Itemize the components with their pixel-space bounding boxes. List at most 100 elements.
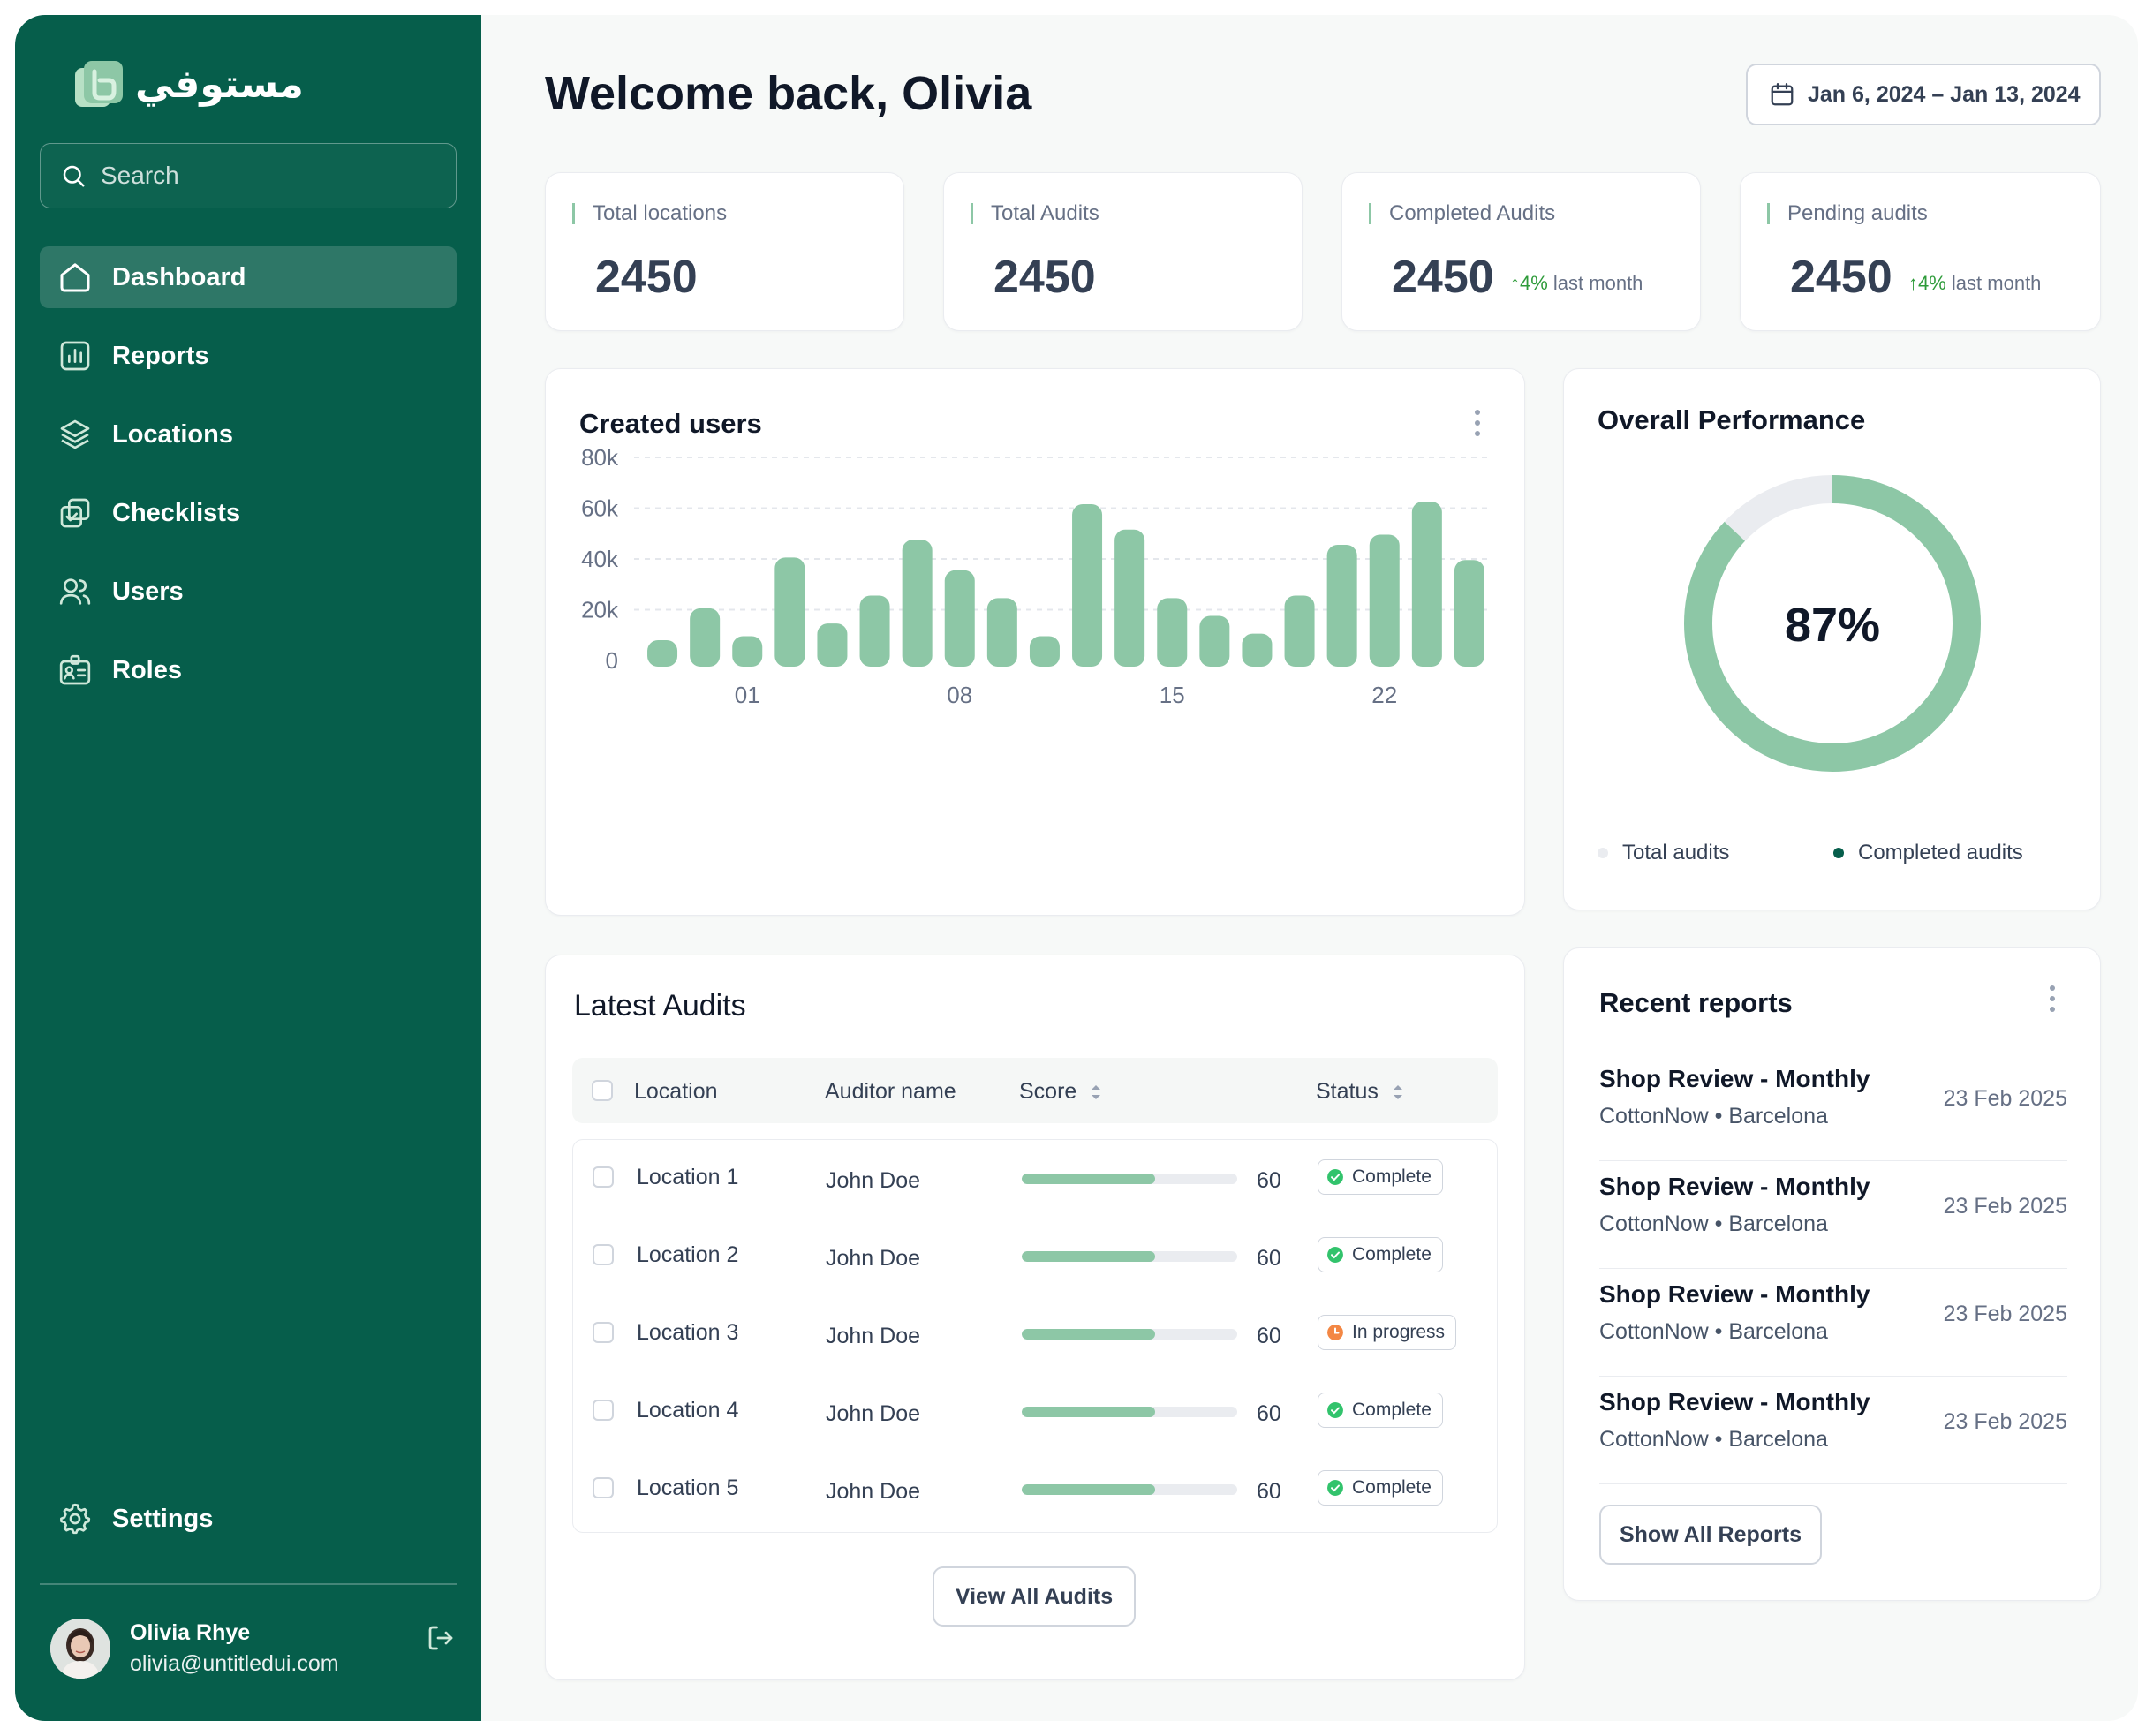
stat-value: 2450 xyxy=(1790,252,1892,303)
latest-audits-title: Latest Audits xyxy=(574,989,746,1023)
report-date: 23 Feb 2025 xyxy=(1943,1302,2067,1326)
x-tick-label: 15 xyxy=(1160,682,1185,708)
score-bar xyxy=(1022,1174,1237,1184)
status-badge: Complete xyxy=(1318,1237,1443,1272)
stat-label: Completed Audits xyxy=(1369,203,1555,224)
sort-icon xyxy=(1092,1084,1101,1099)
legend-label: Completed audits xyxy=(1858,841,2023,864)
report-city: Barcelona xyxy=(1728,1104,1828,1128)
table-row[interactable]: Location 5 John Doe 60 Complete xyxy=(573,1451,1497,1528)
logo[interactable]: مستوفي xyxy=(73,59,304,109)
bar xyxy=(1411,502,1442,667)
status-complete-icon xyxy=(1327,1480,1343,1496)
more-options-icon[interactable] xyxy=(2048,984,2057,1014)
cell-auditor: John Doe xyxy=(826,1479,921,1504)
score-bar-fill xyxy=(1022,1251,1156,1262)
home-icon xyxy=(60,263,90,292)
bar xyxy=(690,608,721,667)
score-bar-fill xyxy=(1022,1329,1156,1340)
trend-percent: 4% xyxy=(1918,272,1946,294)
sidebar-item-locations[interactable]: Locations xyxy=(40,404,457,465)
x-tick-label: 01 xyxy=(735,682,760,708)
table-row[interactable]: Location 4 John Doe 60 Complete xyxy=(573,1373,1497,1451)
stat-card-completed-audits: Completed Audits 2450 ↑4% last month xyxy=(1341,172,1701,331)
user-profile[interactable]: Olivia Rhye olivia@untitledui.com xyxy=(50,1619,339,1679)
bar xyxy=(986,598,1017,667)
show-all-reports-button[interactable]: Show All Reports xyxy=(1599,1505,1822,1565)
column-header-status[interactable]: Status xyxy=(1316,1079,1407,1105)
calendar-icon xyxy=(1771,83,1794,106)
view-all-audits-button[interactable]: View All Audits xyxy=(933,1566,1136,1627)
sidebar-item-users[interactable]: Users xyxy=(40,561,457,623)
score-bar-fill xyxy=(1022,1174,1156,1184)
recent-reports-title: Recent reports xyxy=(1599,987,1793,1018)
column-header-auditor[interactable]: Auditor name xyxy=(825,1079,956,1105)
sidebar-item-label: Users xyxy=(112,577,184,606)
report-item[interactable]: Shop Review - Monthly CottonNow • Barcel… xyxy=(1599,1268,2067,1377)
bar xyxy=(1284,595,1315,667)
cell-location: Location 3 xyxy=(637,1320,739,1345)
report-title: Shop Review - Monthly xyxy=(1599,1173,1870,1200)
report-date: 23 Feb 2025 xyxy=(1943,1194,2067,1219)
status-badge: Complete xyxy=(1318,1393,1443,1428)
stat-trend: ↑4% last month xyxy=(1908,272,2041,295)
page-title: Welcome back, Olivia xyxy=(545,67,1032,120)
report-org: CottonNow xyxy=(1599,1319,1709,1344)
report-meta: CottonNow • Barcelona xyxy=(1599,1319,1828,1344)
sidebar-item-roles[interactable]: Roles xyxy=(40,639,457,701)
sidebar-item-label: Reports xyxy=(112,341,209,370)
search-box[interactable] xyxy=(40,143,457,208)
cell-score: 60 xyxy=(1257,1246,1281,1271)
report-item[interactable]: Shop Review - Monthly CottonNow • Barcel… xyxy=(1599,1160,2067,1269)
date-range-button[interactable]: Jan 6, 2024 – Jan 13, 2024 xyxy=(1746,64,2101,125)
table-row[interactable]: Location 3 John Doe 60 In progress xyxy=(573,1295,1497,1373)
table-row[interactable]: Location 2 John Doe 60 Complete xyxy=(573,1218,1497,1295)
row-checkbox[interactable] xyxy=(593,1322,614,1343)
logout-icon[interactable] xyxy=(425,1622,457,1654)
table-row[interactable]: Location 1 John Doe 60 Complete xyxy=(573,1140,1497,1218)
performance-card: Overall Performance 87% Total audits Com… xyxy=(1563,368,2101,910)
search-input[interactable] xyxy=(99,161,438,191)
stat-value: 2450 xyxy=(595,252,698,303)
cell-score: 60 xyxy=(1257,1324,1281,1348)
sidebar-item-settings[interactable]: Settings xyxy=(40,1488,457,1550)
logo-text: مستوفي xyxy=(135,61,304,107)
status-label: Complete xyxy=(1352,1244,1432,1264)
sidebar-item-dashboard[interactable]: Dashboard xyxy=(40,246,457,308)
trend-percent: 4% xyxy=(1520,272,1548,294)
column-header-score[interactable]: Score xyxy=(1019,1079,1105,1105)
bar xyxy=(944,570,975,667)
donut-center-label: 87% xyxy=(1785,599,1880,652)
score-bar xyxy=(1022,1484,1237,1495)
table-body: Location 1 John Doe 60 Complete Location… xyxy=(572,1139,1498,1533)
report-org: CottonNow xyxy=(1599,1104,1709,1128)
trend-suffix: last month xyxy=(1951,272,2042,294)
user-name: Olivia Rhye xyxy=(130,1620,251,1645)
bar xyxy=(647,640,678,667)
gear-icon xyxy=(60,1503,91,1535)
sidebar-item-checklists[interactable]: Checklists xyxy=(40,482,457,544)
cell-location: Location 4 xyxy=(637,1398,739,1423)
status-complete-icon xyxy=(1327,1402,1343,1418)
status-label: In progress xyxy=(1352,1322,1446,1342)
sidebar: مستوفي Dashboard Reports Locations Check… xyxy=(15,15,481,1721)
report-meta: CottonNow • Barcelona xyxy=(1599,1427,1828,1452)
report-item[interactable]: Shop Review - Monthly CottonNow • Barcel… xyxy=(1599,1376,2067,1484)
score-bar xyxy=(1022,1329,1237,1340)
row-checkbox[interactable] xyxy=(593,1244,614,1265)
score-bar xyxy=(1022,1407,1237,1417)
row-checkbox[interactable] xyxy=(593,1400,614,1421)
column-header-label: Status xyxy=(1316,1079,1379,1104)
sidebar-item-reports[interactable]: Reports xyxy=(40,325,457,387)
select-all-checkbox[interactable] xyxy=(592,1080,613,1101)
report-date: 23 Feb 2025 xyxy=(1943,1086,2067,1111)
row-checkbox[interactable] xyxy=(593,1477,614,1498)
cell-location: Location 1 xyxy=(637,1165,739,1189)
stat-value: 2450 xyxy=(1392,252,1494,303)
report-item[interactable]: Shop Review - Monthly CottonNow • Barcel… xyxy=(1599,1053,2067,1161)
row-checkbox[interactable] xyxy=(593,1166,614,1188)
trend-suffix: last month xyxy=(1552,272,1643,294)
stat-label: Total Audits xyxy=(971,203,1099,224)
cell-score: 60 xyxy=(1257,1401,1281,1426)
column-header-location[interactable]: Location xyxy=(634,1079,718,1105)
